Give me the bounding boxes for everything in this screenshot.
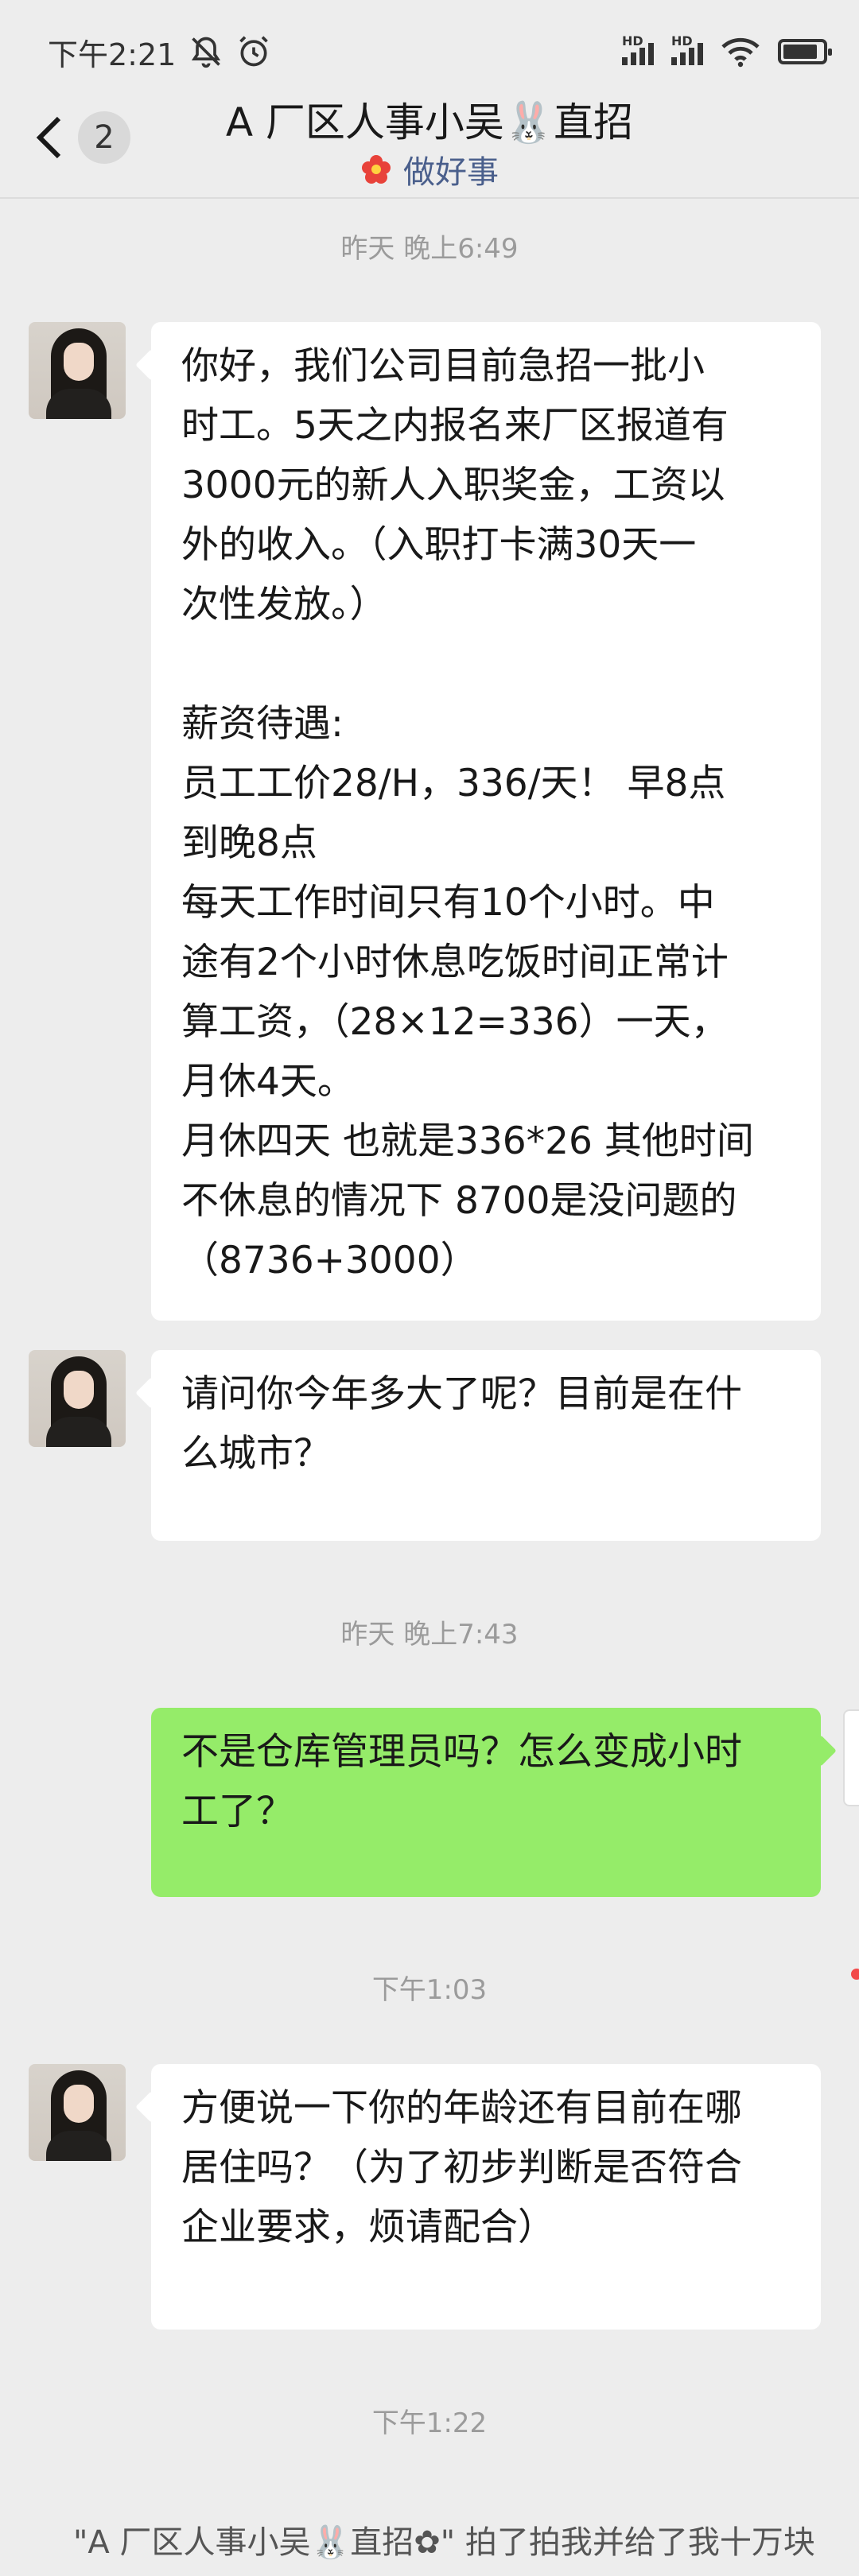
received-message-bubble[interactable]: 方便说一下你的年龄还有目前在哪 居住吗？（为了初步判断是否符合 企业要求，烦请配… (151, 2064, 821, 2330)
sent-message-bubble[interactable]: 不是仓库管理员吗？怎么变成小时 工了？ (151, 1708, 821, 1897)
status-right: HD HD (622, 33, 832, 68)
mute-bell-icon (192, 37, 221, 68)
wifi-icon (721, 37, 760, 68)
avatar[interactable] (29, 322, 126, 419)
timestamp: 下午1:22 (371, 2407, 488, 2439)
signal-icon: HD (671, 33, 703, 65)
status-dot (851, 1969, 859, 1980)
battery-icon (778, 39, 832, 64)
status-time: 下午2:21 (48, 37, 177, 72)
timestamp: 昨天 晚上7:43 (340, 1619, 519, 1651)
received-message-bubble[interactable]: 请问你今年多大了呢？目前是在什 么城市？ (151, 1350, 821, 1541)
chat-title: A 厂区人事小吴🐰直招 (225, 99, 634, 145)
alarm-clock-icon (239, 36, 269, 67)
subtitle-text: 做好事 (403, 154, 499, 191)
status-left: 下午2:21 (48, 30, 271, 74)
my-avatar[interactable] (843, 1709, 859, 1806)
timestamp: 下午1:03 (371, 1974, 488, 2006)
received-message-bubble[interactable]: 你好，我们公司目前急招一批小 时工。5天之内报名来厂区报道有 3000元的新人入… (151, 322, 821, 1321)
chat-subtitle[interactable]: 做好事 (0, 146, 859, 192)
avatar[interactable] (29, 2064, 126, 2161)
timestamp: 昨天 晚上6:49 (340, 233, 519, 265)
avatar[interactable] (29, 1350, 126, 1447)
flower-icon (362, 155, 391, 184)
signal-icon: HD (622, 33, 654, 65)
chat-header: 2 A 厂区人事小吴🐰直招 做好事 (0, 80, 859, 199)
pat-notification: "A 厂区人事小吴🐰直招✿" 拍了拍我并给了我十万块 (73, 2524, 815, 2561)
